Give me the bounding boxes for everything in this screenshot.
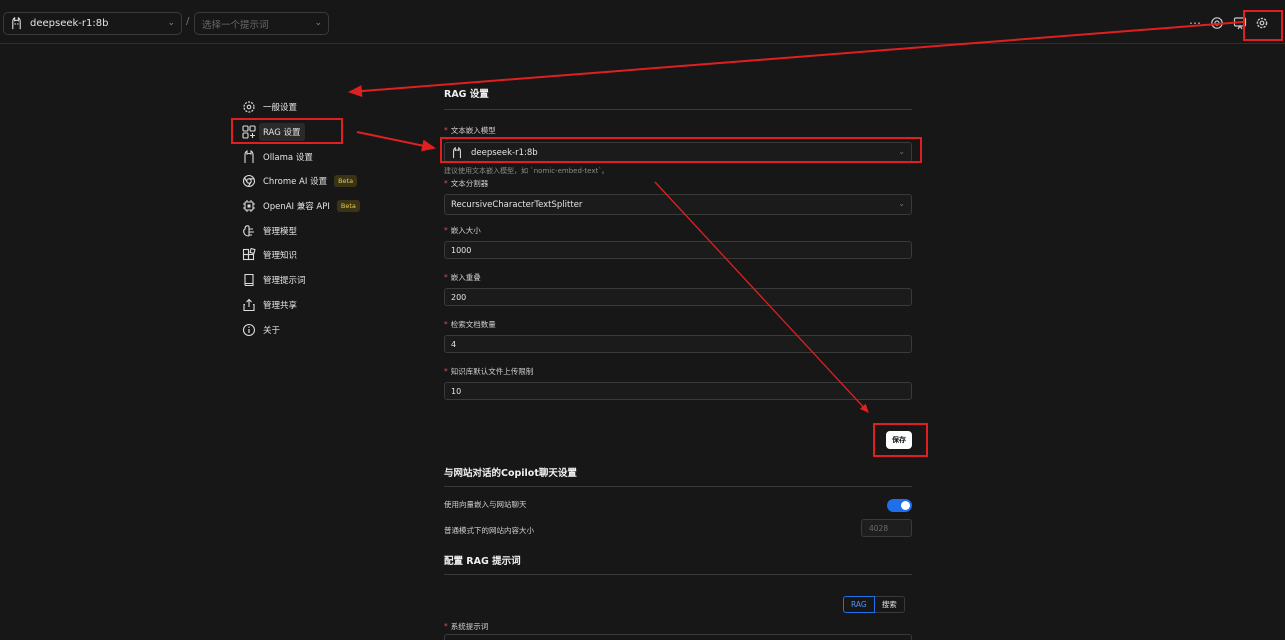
sidebar-item-label: Chrome AI 设置 [263,177,328,188]
chip-icon [243,200,255,213]
sidebar-item-manage-models[interactable]: 管理模型 [240,218,400,243]
upload-limit-input[interactable]: 10 [444,382,912,400]
chunk-overlap-value: 200 [451,292,467,302]
gear-icon [243,101,255,113]
embedding-model-label: * 文本嵌入模型 [444,126,496,135]
sidebar-item-manage-sharing[interactable]: 管理共享 [240,293,400,318]
content-size-input[interactable]: 4028 [861,519,912,537]
ollama-icon [12,17,21,30]
rag-prompt-section-title: 配置 RAG 提示词 [444,556,521,567]
sidebar-item-manage-prompts[interactable]: 管理提示词 [240,268,400,293]
chunk-size-value: 1000 [451,245,472,255]
ollama-icon [244,149,254,163]
copilot-section-title: 与网站对话的Copilot聊天设置 [444,468,577,479]
sidebar-item-label: 管理知识 [263,251,298,262]
sidebar-item-ollama[interactable]: Ollama 设置 [240,144,400,169]
brain-icon [243,225,254,237]
chunk-size-input[interactable]: 1000 [444,241,912,259]
copilot-section: 与网站对话的Copilot聊天设置 使用向量嵌入与网站聊天 普通模式下的网站内容… [444,465,912,536]
sidebar-item-chrome-ai[interactable]: Chrome AI 设置 Beta [240,169,400,194]
system-prompt-label: * 系统提示词 [444,622,489,631]
settings-icon[interactable] [1210,16,1224,30]
breadcrumb-separator: / [186,16,190,27]
model-select[interactable]: deepseek-r1:8b ⌄ [3,12,182,35]
info-icon [242,323,256,336]
tab-rag[interactable]: RAG [843,596,875,613]
sidebar-item-label: Ollama 设置 [263,152,313,163]
sidebar-item-label: 管理模型 [263,226,298,237]
sidebar-item-label: 管理提示词 [263,276,306,287]
vector-chat-toggle[interactable] [887,499,912,512]
upload-icon [243,298,255,311]
more-icon[interactable]: ⋯ [1188,16,1202,30]
chevron-down-icon: ⌄ [167,18,175,28]
sidebar-item-openai-api[interactable]: OpenAI 兼容 API Beta [240,194,400,219]
sidebar-item-label: OpenAI 兼容 API [263,202,330,213]
book-icon [244,274,254,287]
splitter-select[interactable]: RecursiveCharacterTextSplitter ⌄ [444,194,912,215]
chevron-down-icon: ⌄ [898,199,905,208]
annotation-box-save [873,423,928,457]
chunk-size-label: * 嵌入大小 [444,226,481,235]
prompt-type-segmented: RAG 搜索 [843,596,905,613]
chrome-icon [242,175,256,188]
prompt-select-placeholder: 选择一个提示词 [202,19,269,31]
retrieve-count-value: 4 [451,339,457,349]
prompt-select[interactable]: 选择一个提示词 ⌄ [194,12,329,35]
annotation-box-settings [1243,10,1283,41]
sidebar-item-label: 关于 [263,325,281,336]
chunk-overlap-input[interactable]: 200 [444,288,912,306]
rag-section-title: RAG 设置 [444,89,489,100]
beta-badge: Beta [336,200,360,213]
rag-prompt-section: 配置 RAG 提示词 [444,553,912,575]
upload-limit-value: 10 [451,386,462,396]
system-prompt-textarea[interactable] [444,634,912,640]
vector-chat-label: 使用向量嵌入与网站聊天 [444,500,527,509]
blocks-icon [242,248,256,261]
annotation-box-rag-menu [231,118,343,144]
embedding-model-help: 建议使用文本嵌入模型，如 `nomic-embed-text`。 [444,167,609,175]
section-divider [444,109,912,110]
chunk-overlap-label: * 嵌入重叠 [444,273,481,282]
toggle-knob [901,501,910,510]
section-divider [444,486,912,487]
sidebar-item-label: 管理共享 [263,300,298,311]
annotation-box-embedding [440,137,922,163]
sidebar-item-manage-knowledge[interactable]: 管理知识 [240,243,400,268]
splitter-label: * 文本分割器 [444,179,489,188]
splitter-value: RecursiveCharacterTextSplitter [451,199,583,210]
sidebar-item-general[interactable]: 一般设置 [240,95,400,120]
content-size-label: 普通模式下的网站内容大小 [444,526,534,535]
chevron-down-icon: ⌄ [314,18,322,28]
beta-badge: Beta [334,175,358,188]
top-bar: deepseek-r1:8b ⌄ / 选择一个提示词 ⌄ ⋯ [0,0,1285,44]
model-select-value: deepseek-r1:8b [30,18,109,29]
section-divider [444,574,912,575]
tab-search[interactable]: 搜索 [874,596,905,613]
sidebar-item-about[interactable]: 关于 [240,317,400,342]
settings-main: RAG 设置 * 文本嵌入模型 deepseek-r1:8b ⌄ 建议使用文本嵌入… [444,86,912,400]
sidebar-item-label: 一般设置 [263,103,298,114]
retrieve-count-input[interactable]: 4 [444,335,912,353]
upload-limit-label: * 知识库默认文件上传限制 [444,367,534,376]
retrieve-count-label: * 检索文档数量 [444,320,496,329]
